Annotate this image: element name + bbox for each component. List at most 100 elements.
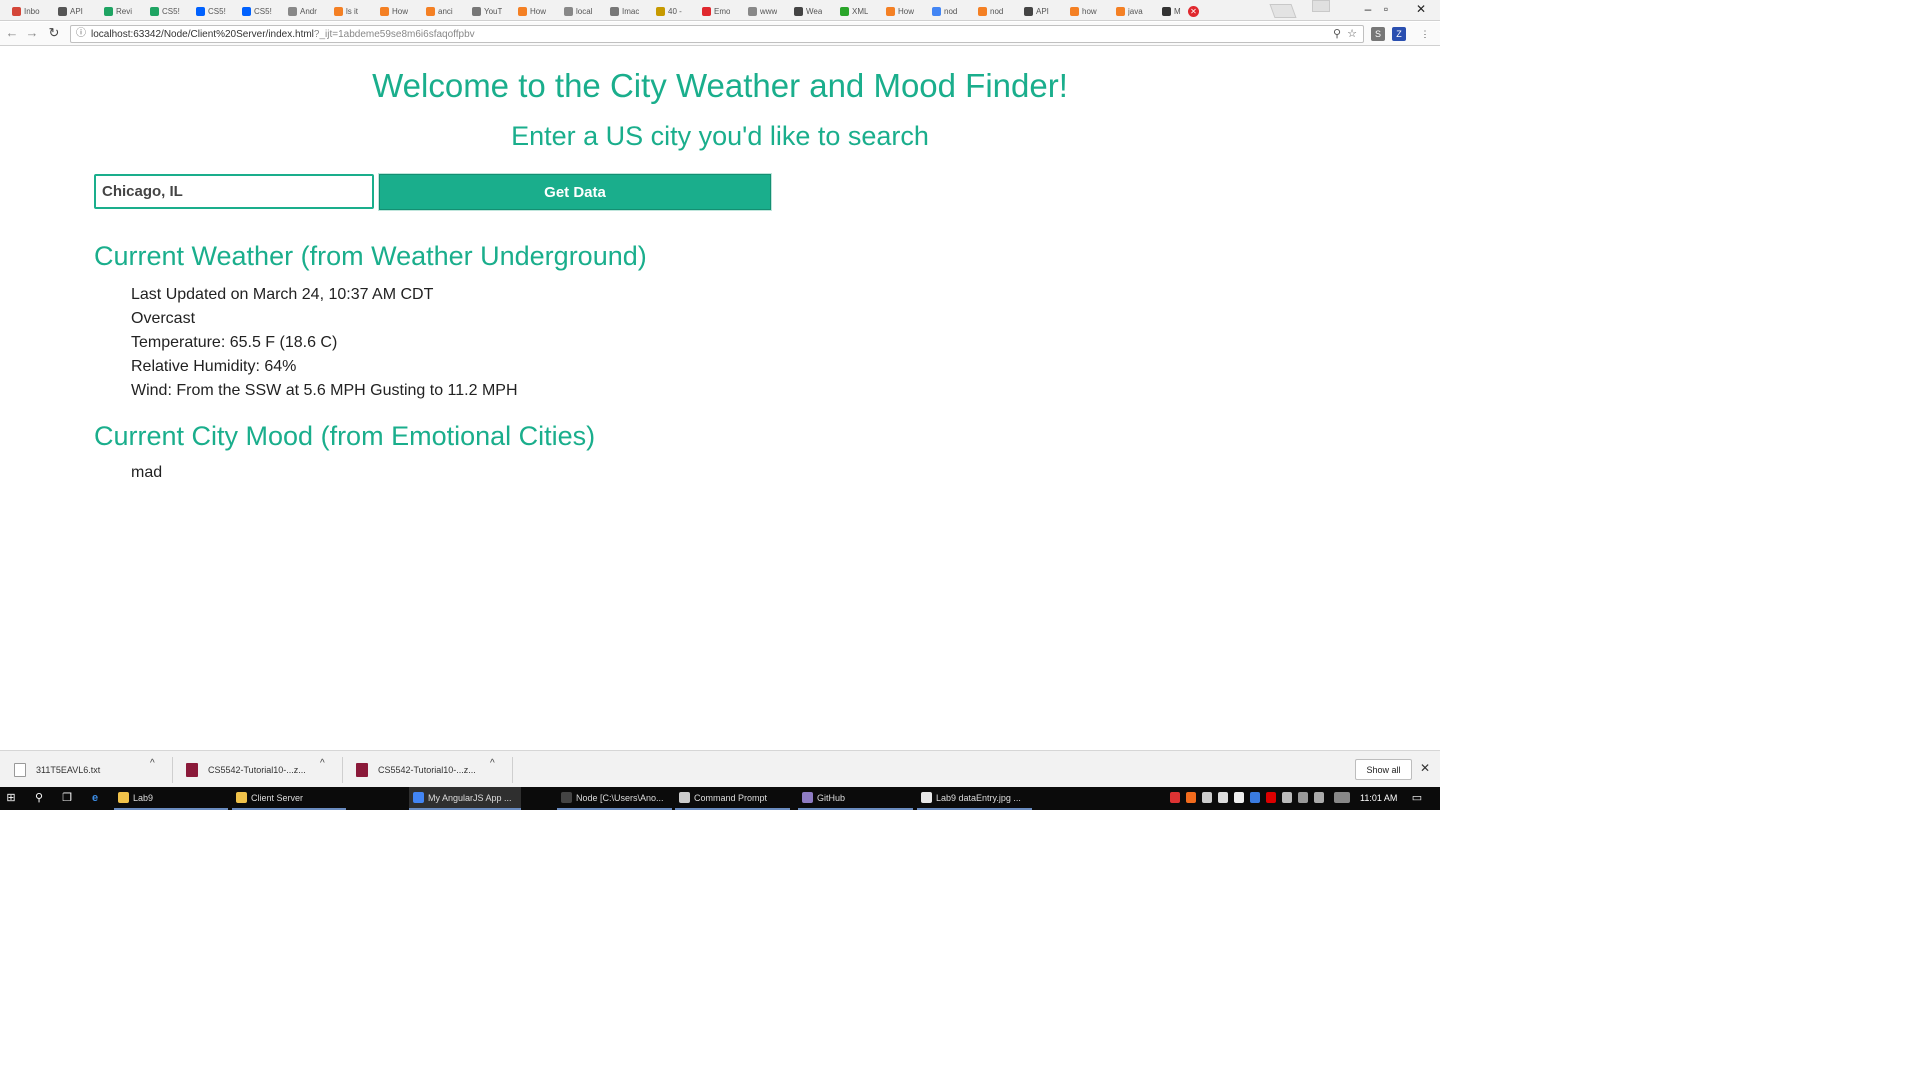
browser-tab[interactable]: CS5! — [234, 2, 283, 21]
browser-tab[interactable]: nod — [970, 2, 1019, 21]
tab-label: Andr — [300, 7, 317, 16]
close-tab-icon[interactable]: ✕ — [1188, 6, 1199, 17]
browser-tab[interactable]: 40 - — [648, 2, 697, 21]
browser-tab[interactable]: how — [1062, 2, 1111, 21]
zotero-icon[interactable]: Z — [1392, 27, 1406, 41]
browser-tab[interactable]: API — [1016, 2, 1065, 21]
screen: Inbo API Revi CS5! CS5! CS5! Andr ls it How anci Y… — [0, 0, 1440, 810]
edge-icon[interactable]: e — [88, 791, 102, 805]
browser-tab[interactable]: Andr — [280, 2, 329, 21]
taskbar-app[interactable]: Client Server — [232, 787, 346, 810]
tab-label: M — [1174, 7, 1181, 16]
tab-label: Revi — [116, 7, 133, 16]
divider — [172, 757, 173, 783]
browser-tab[interactable]: API — [50, 2, 99, 21]
taskbar-app[interactable]: Node [C:\Users\Ano... — [557, 787, 672, 810]
task-view-icon[interactable]: ❐ — [60, 791, 74, 805]
taskbar-app-label: GitHub — [817, 792, 846, 803]
tray-app-icon[interactable] — [1250, 792, 1260, 803]
download-shelf: 311T5EAVL6.txt ^ CS5542-Tutorial10-...z.… — [0, 750, 1440, 787]
new-tab-button[interactable] — [1269, 4, 1297, 18]
volume-icon[interactable] — [1314, 792, 1324, 803]
browser-tab[interactable]: XML — [832, 2, 881, 21]
close-icon[interactable]: ✕ — [1420, 761, 1430, 775]
keyboard-icon[interactable] — [1334, 792, 1350, 803]
browser-tab[interactable]: M ✕ — [1154, 2, 1203, 21]
browser-tab[interactable]: www — [740, 2, 789, 21]
browser-tab[interactable]: ls it — [326, 2, 375, 21]
chevron-up-icon[interactable]: ^ — [150, 758, 155, 769]
reload-icon[interactable]: ↻ — [46, 25, 62, 41]
taskbar-app[interactable]: My AngularJS App ... — [409, 787, 521, 810]
browser-tab[interactable]: Emo — [694, 2, 743, 21]
browser-tab[interactable]: CS5! — [142, 2, 191, 21]
tray-app-icon[interactable] — [1186, 792, 1196, 803]
notifications-icon[interactable]: ▭ — [1410, 791, 1424, 805]
browser-tab[interactable]: How — [372, 2, 421, 21]
menu-icon[interactable]: ⋮ — [1418, 27, 1432, 41]
wifi-icon[interactable] — [1298, 792, 1308, 803]
app-icon — [413, 792, 424, 803]
taskbar-app-label: Node [C:\Users\Ano... — [576, 792, 664, 803]
browser-tab[interactable]: java — [1108, 2, 1157, 21]
browser-tab[interactable]: Revi — [96, 2, 145, 21]
browser-tab[interactable]: nod — [924, 2, 973, 21]
browser-tab[interactable]: YouT — [464, 2, 513, 21]
browser-tab[interactable]: anci — [418, 2, 467, 21]
favicon-icon — [58, 7, 67, 16]
tab-label: API — [1036, 7, 1049, 16]
tray-app-icon[interactable] — [1218, 792, 1228, 803]
city-input[interactable] — [94, 174, 374, 209]
download-item[interactable]: CS5542-Tutorial10-...z... — [186, 757, 306, 783]
weather-humidity: Relative Humidity: 64% — [131, 358, 297, 375]
bookmark-star-icon[interactable]: ☆ — [1347, 28, 1357, 41]
tray-app-icon[interactable] — [1266, 792, 1276, 803]
app-icon — [679, 792, 690, 803]
browser-tab-strip: Inbo API Revi CS5! CS5! CS5! Andr ls it How anci Y… — [0, 0, 1440, 21]
start-icon[interactable]: ⊞ — [4, 791, 18, 805]
browser-tab[interactable]: local — [556, 2, 605, 21]
browser-tab[interactable]: Imac — [602, 2, 651, 21]
tab-label: Inbo — [24, 7, 40, 16]
page-info-icon[interactable]: ⓘ — [75, 28, 87, 40]
favicon-icon — [518, 7, 527, 16]
zoom-icon[interactable]: ⚲ — [1333, 28, 1341, 41]
clock[interactable]: 11:01 AM — [1360, 793, 1397, 803]
close-window-button[interactable]: ✕ — [1403, 0, 1439, 18]
address-bar[interactable]: ⓘ localhost:63342/Node/Client%20Server/i… — [70, 25, 1364, 43]
search-icon[interactable]: ⚲ — [32, 791, 46, 805]
tab-label: XML — [852, 7, 869, 16]
tray-app-icon[interactable] — [1170, 792, 1180, 803]
cloud-icon[interactable] — [1234, 792, 1244, 803]
browser-tab[interactable]: How — [510, 2, 559, 21]
favicon-icon — [702, 7, 711, 16]
favicon-icon — [656, 7, 665, 16]
profile-button[interactable] — [1312, 0, 1330, 12]
back-icon[interactable]: ← — [4, 25, 20, 41]
shield-icon[interactable] — [1202, 792, 1212, 803]
browser-tab[interactable]: Wea — [786, 2, 835, 21]
favicon-icon — [288, 7, 297, 16]
taskbar-app-label: Lab9 — [133, 792, 154, 803]
taskbar-app[interactable]: GitHub — [798, 787, 913, 810]
forward-icon[interactable]: → — [24, 25, 40, 41]
mood-details: mad — [131, 461, 162, 485]
network-icon[interactable] — [1282, 792, 1292, 803]
browser-tab[interactable]: How — [878, 2, 927, 21]
get-data-button[interactable]: Get Data — [379, 174, 771, 210]
taskbar-app[interactable]: Lab9 — [114, 787, 228, 810]
taskbar-app[interactable]: Lab9 dataEntry.jpg ... — [917, 787, 1032, 810]
show-all-button[interactable]: Show all — [1355, 759, 1412, 780]
download-item[interactable]: 311T5EAVL6.txt — [14, 757, 100, 783]
browser-tab[interactable]: CS5! — [188, 2, 237, 21]
download-item[interactable]: CS5542-Tutorial10-...z... — [356, 757, 476, 783]
maximize-button[interactable]: ▫ — [1368, 0, 1404, 18]
browser-tab[interactable]: Inbo — [4, 2, 53, 21]
chevron-up-icon[interactable]: ^ — [490, 758, 495, 769]
taskbar-app[interactable]: Command Prompt — [675, 787, 790, 810]
favicon-icon — [932, 7, 941, 16]
chevron-up-icon[interactable]: ^ — [320, 758, 325, 769]
extension-icon[interactable]: S — [1371, 27, 1385, 41]
favicon-icon — [886, 7, 895, 16]
taskbar-app-label: My AngularJS App ... — [428, 792, 512, 803]
